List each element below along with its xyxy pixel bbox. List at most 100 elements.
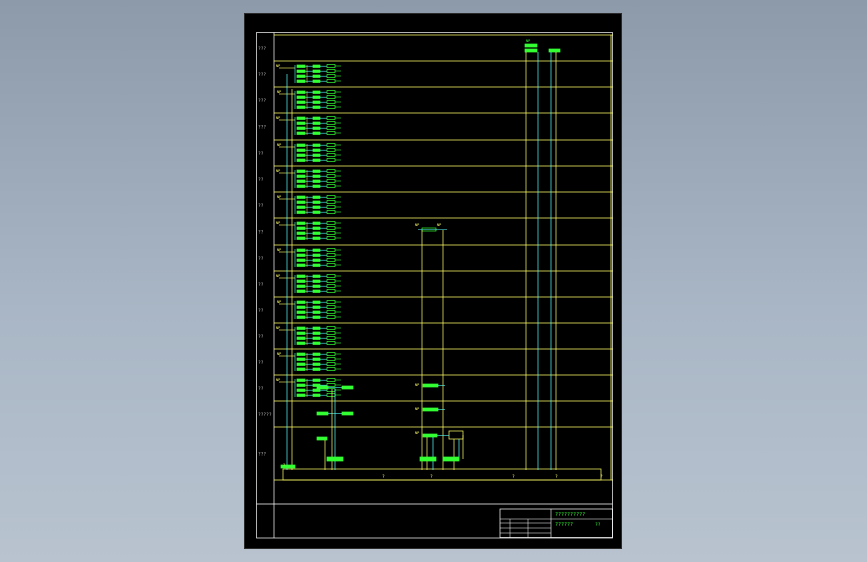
contact-block — [296, 315, 306, 319]
coil-block — [312, 326, 321, 330]
coil-block — [312, 79, 321, 83]
component-block — [341, 411, 354, 416]
contact-block — [296, 388, 306, 392]
contact-block — [296, 393, 306, 397]
row-label: ??? — [258, 98, 266, 104]
contact-block — [296, 158, 306, 162]
bus-label: ? — [512, 474, 515, 480]
relay-box — [326, 357, 336, 361]
title-text: ?????????? — [555, 512, 585, 518]
coil-block — [312, 148, 321, 152]
coil-block — [312, 305, 321, 309]
contact-block — [296, 284, 306, 288]
coil-block — [312, 210, 321, 214]
relay-box — [326, 248, 336, 252]
contact-block — [296, 231, 306, 235]
coil-block — [312, 315, 321, 319]
coil-block — [312, 274, 321, 278]
coil-block — [312, 226, 321, 230]
coil-block — [312, 205, 321, 209]
relay-box — [326, 393, 336, 397]
relay-box — [326, 205, 336, 209]
component-block — [422, 433, 438, 438]
terminal-tag: ? — [283, 463, 285, 467]
row-label: ?? — [258, 386, 264, 392]
contact-block — [296, 336, 306, 340]
coil-block — [312, 231, 321, 235]
coil-block — [312, 378, 321, 382]
coil-block — [312, 367, 321, 371]
coil-block — [312, 258, 321, 262]
component-block — [422, 383, 439, 388]
row-label: ????? — [258, 412, 272, 418]
contact-tag: NP — [276, 326, 280, 330]
contact-block — [296, 210, 306, 214]
contact-block — [296, 289, 306, 293]
coil-block — [312, 153, 321, 157]
contact-tag: NP — [277, 195, 281, 199]
coil-block — [312, 95, 321, 99]
coil-block — [312, 184, 321, 188]
contact-block — [296, 331, 306, 335]
contact-block — [296, 69, 306, 73]
contact-block — [296, 383, 306, 387]
relay-box — [326, 310, 336, 314]
relay-box — [326, 231, 336, 235]
contact-block — [296, 169, 306, 173]
coil-block — [312, 300, 321, 304]
bus-label: ? — [555, 474, 558, 480]
contact-block — [296, 205, 306, 209]
contact-block — [296, 64, 306, 68]
contact-block — [296, 258, 306, 262]
contact-block — [296, 116, 306, 120]
component-block — [422, 407, 439, 412]
component-block — [548, 48, 561, 53]
coil-block — [312, 69, 321, 73]
contact-block — [296, 310, 306, 314]
relay-box — [326, 253, 336, 257]
drawing-sheet: ????????????????????????????????????????… — [244, 13, 622, 549]
relay-box — [326, 126, 336, 130]
contact-block — [296, 174, 306, 178]
contact-block — [296, 100, 306, 104]
contact-tag: NP — [276, 274, 280, 278]
coil-block — [312, 248, 321, 252]
coil-block — [312, 74, 321, 78]
coil-block — [312, 126, 321, 130]
contact-block — [296, 357, 306, 361]
bus-label: ? — [430, 474, 433, 480]
contact-block — [296, 236, 306, 240]
coil-block — [312, 221, 321, 225]
relay-box — [326, 315, 336, 319]
coil-block — [312, 158, 321, 162]
coil-block — [312, 331, 321, 335]
contact-block — [296, 143, 306, 147]
contact-block — [296, 352, 306, 356]
contact-block — [296, 341, 306, 345]
coil-block — [312, 236, 321, 240]
component-block — [524, 43, 538, 48]
contact-block — [296, 121, 306, 125]
relay-box — [326, 341, 336, 345]
contact-block — [296, 148, 306, 152]
relay-box — [326, 274, 336, 278]
relay-box — [326, 148, 336, 152]
drawing-frame — [256, 32, 613, 539]
row-label: ?? — [258, 282, 264, 288]
bus-label: ? — [600, 474, 603, 480]
contact-tag: NP — [276, 64, 280, 68]
row-label: ??? — [258, 125, 266, 131]
coil-block — [312, 357, 321, 361]
bus-label: ? — [382, 474, 385, 480]
coil-block — [312, 263, 321, 267]
contact-block — [296, 90, 306, 94]
coil-block — [312, 362, 321, 366]
relay-box — [326, 367, 336, 371]
relay-box — [326, 116, 336, 120]
contact-block — [296, 131, 306, 135]
relay-box — [326, 169, 336, 173]
relay-box — [326, 184, 336, 188]
contact-tag: NP — [276, 378, 280, 382]
relay-box — [326, 326, 336, 330]
contact-block — [296, 79, 306, 83]
